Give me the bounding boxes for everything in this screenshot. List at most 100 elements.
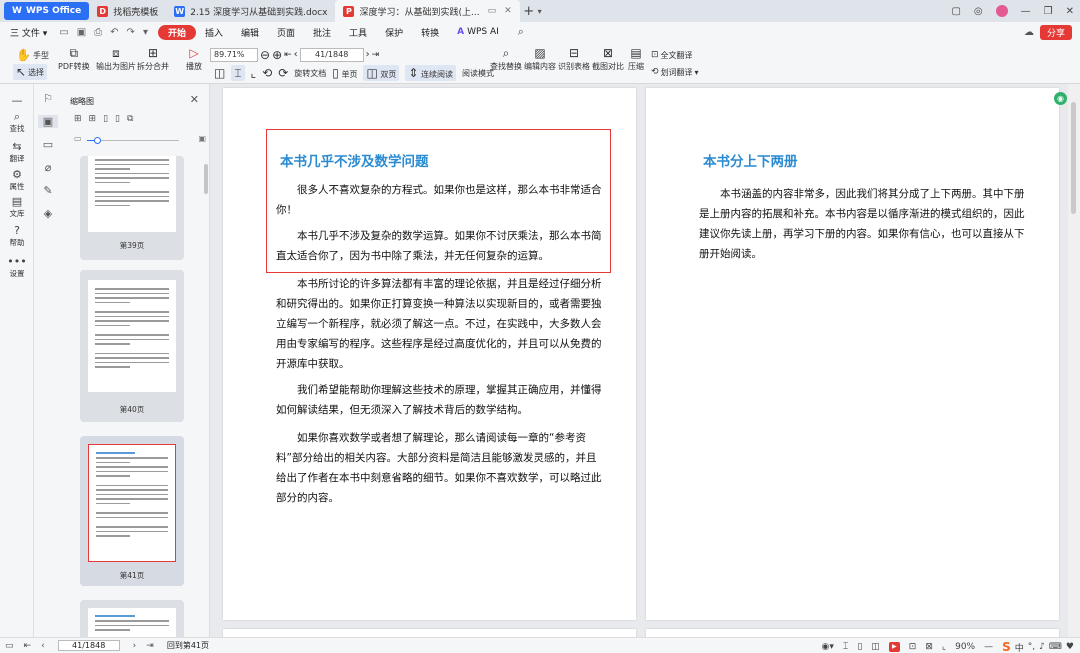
export-image-button[interactable]: ⧈ 输出为图片 bbox=[96, 46, 136, 72]
pdf-convert-button[interactable]: ⧉ PDF转换 bbox=[58, 46, 90, 72]
fit-page-icon[interactable]: ⊡ bbox=[909, 642, 917, 652]
rail-collapse[interactable]: — bbox=[0, 94, 34, 107]
wps-home-tab[interactable]: W WPS Office bbox=[4, 2, 90, 20]
single-view-icon[interactable]: ▯ bbox=[857, 642, 862, 652]
tab-page[interactable]: 页面 bbox=[268, 26, 304, 39]
save-icon[interactable]: ▣ bbox=[77, 27, 86, 38]
add-page-icon[interactable]: ⊞ bbox=[89, 114, 97, 124]
zoom-in-icon[interactable]: ⊕ bbox=[272, 48, 282, 62]
minimize-icon[interactable]: — bbox=[1021, 6, 1031, 17]
document-viewport[interactable]: 本书几乎不涉及数学问题 很多人不喜欢复杂的方程式。如果你也是这样，那么本书非常适… bbox=[211, 84, 1068, 637]
search-icon[interactable]: ⌕ bbox=[518, 25, 524, 39]
new-tab-button[interactable]: + bbox=[520, 4, 538, 19]
last-page-icon[interactable]: ⇥ bbox=[146, 641, 154, 651]
close-panel-icon[interactable]: ✕ bbox=[190, 93, 199, 106]
edit-content-button[interactable]: ▨ 编辑内容 bbox=[524, 46, 556, 72]
tab-comment[interactable]: 批注 bbox=[304, 26, 340, 39]
thumb-size-slider[interactable]: ▭ ▣ bbox=[74, 134, 206, 146]
tab-template[interactable]: D 找稻壳模板 bbox=[89, 0, 166, 22]
full-translate-button[interactable]: ⊡ 全文翻译 bbox=[651, 48, 693, 62]
undo-icon[interactable]: ↶ bbox=[110, 27, 118, 38]
tab-tools[interactable]: 工具 bbox=[340, 26, 376, 39]
screen-icon[interactable]: ▭ bbox=[488, 6, 497, 16]
fit-width-icon[interactable]: ⌶ bbox=[843, 642, 848, 652]
rail-library[interactable]: ▤ 文库 bbox=[0, 195, 34, 219]
tab-docx[interactable]: W 2.15 深度学习从基础到实践.docx bbox=[166, 0, 335, 22]
status-page-input[interactable]: 41/1848 bbox=[57, 640, 120, 651]
layout-icon[interactable]: ▢ bbox=[951, 6, 960, 17]
crop-icon[interactable]: ⌞ bbox=[251, 66, 257, 80]
comment-icon[interactable]: ▭ bbox=[38, 138, 58, 151]
grid-view-icon[interactable]: ⊞ bbox=[74, 114, 82, 124]
file-menu[interactable]: 三 文件 ▾ bbox=[10, 26, 47, 39]
recognize-table-button[interactable]: ⊟ 识别表格 bbox=[558, 46, 590, 72]
single-page-button[interactable]: ▯ 单页 bbox=[332, 66, 357, 80]
layers-icon[interactable]: ◈ bbox=[38, 207, 58, 220]
tab-insert[interactable]: 插入 bbox=[196, 26, 232, 39]
tab-start[interactable]: 开始 bbox=[157, 24, 196, 40]
panel-toggle-icon[interactable]: ▭ bbox=[5, 641, 14, 651]
insert-page-icon[interactable]: ▯ bbox=[103, 114, 108, 124]
rail-translate[interactable]: ⇆ 翻译 bbox=[0, 140, 34, 164]
panel-scrollbar[interactable] bbox=[204, 164, 208, 194]
tab-protect[interactable]: 保护 bbox=[376, 26, 412, 39]
thumb-page-42[interactable] bbox=[80, 600, 184, 640]
slider-knob[interactable] bbox=[94, 137, 101, 144]
actual-size-icon[interactable]: ⊠ bbox=[925, 642, 933, 652]
double-page-button[interactable]: ◫ 双页 bbox=[363, 65, 400, 81]
zoom-input[interactable]: 89.71% bbox=[210, 48, 258, 62]
scroll-thumb[interactable] bbox=[1071, 102, 1076, 214]
select-tool-button[interactable]: ↖ 选择 bbox=[13, 64, 48, 80]
thumb-page-41[interactable]: 第41页 bbox=[80, 436, 184, 586]
more-chevron-icon[interactable]: ▾ bbox=[143, 27, 148, 38]
next-page-icon[interactable]: › bbox=[133, 641, 137, 651]
rail-find[interactable]: ⌕ 查找 bbox=[0, 110, 34, 134]
document-scrollbar[interactable] bbox=[1068, 84, 1080, 637]
compress-button[interactable]: ▤ 压缩 bbox=[628, 46, 644, 72]
page-input[interactable]: 41/1848 bbox=[299, 48, 364, 62]
close-window-icon[interactable]: ✕ bbox=[1066, 6, 1074, 17]
print-icon[interactable]: ⎙ bbox=[94, 27, 102, 38]
thumb-page-39[interactable]: 第39页 bbox=[80, 156, 184, 260]
cloud-icon[interactable]: ☁ bbox=[1024, 27, 1034, 38]
rotate-left-icon[interactable]: ⟲ bbox=[262, 66, 272, 80]
zoom-out-icon[interactable]: ⊖ bbox=[260, 48, 270, 62]
thumbnail-icon[interactable]: ▣ bbox=[38, 115, 58, 128]
find-replace-button[interactable]: ⌕ 查找替换 bbox=[490, 46, 522, 72]
back-to-page-link[interactable]: 回到第41页 bbox=[167, 640, 209, 651]
play-button[interactable]: ▷ 播放 bbox=[186, 46, 202, 72]
first-page-icon[interactable]: ⇤ bbox=[24, 641, 32, 651]
redo-icon[interactable]: ↷ bbox=[127, 27, 135, 38]
eye-protect-icon[interactable]: ◉▾ bbox=[822, 642, 834, 652]
skin-icon[interactable]: ◎ bbox=[974, 6, 983, 17]
compare-shot-button[interactable]: ⊠ 截图对比 bbox=[592, 46, 624, 72]
prev-page-icon[interactable]: ‹ bbox=[41, 641, 45, 651]
double-view-icon[interactable]: ◫ bbox=[871, 642, 880, 652]
tab-pdf[interactable]: P 深度学习：从基础到实践(上... ▭ ✕ bbox=[335, 0, 520, 22]
copy-page-icon[interactable]: ⧉ bbox=[127, 114, 133, 124]
assistant-icon[interactable]: ◉ bbox=[1054, 92, 1067, 105]
rotate-doc-button[interactable]: 旋转文档 bbox=[294, 68, 326, 79]
play-icon[interactable]: ▶ bbox=[888, 642, 900, 652]
zoom-out-icon[interactable]: — bbox=[984, 642, 993, 652]
word-translate-button[interactable]: ⟲ 划词翻译 ▾ bbox=[651, 65, 699, 79]
share-button[interactable]: 分享 bbox=[1039, 25, 1072, 40]
fit-width-icon[interactable]: ⌶ bbox=[231, 65, 245, 81]
zoom-level[interactable]: 90% bbox=[955, 642, 975, 652]
open-icon[interactable]: ▭ bbox=[59, 27, 68, 38]
close-tab-icon[interactable]: ✕ bbox=[504, 6, 512, 16]
signature-icon[interactable]: ✎ bbox=[38, 184, 58, 197]
split-merge-button[interactable]: ⊞ 拆分合并 bbox=[137, 46, 169, 72]
rail-help[interactable]: ? 帮助 bbox=[0, 224, 34, 248]
rail-settings[interactable]: ••• 设置 bbox=[0, 255, 34, 279]
thumb-page-40[interactable]: 第40页 bbox=[80, 270, 184, 422]
rail-properties[interactable]: ⚙ 属性 bbox=[0, 168, 34, 192]
crop-icon[interactable]: ⌞ bbox=[942, 642, 946, 652]
tab-list-chevron-icon[interactable]: ▾ bbox=[538, 7, 542, 16]
rotate-right-icon[interactable]: ⟳ bbox=[278, 66, 288, 80]
hand-tool-button[interactable]: ✋ 手型 bbox=[16, 48, 49, 62]
continuous-read-button[interactable]: ⇕ 连续阅读 bbox=[405, 65, 456, 81]
avatar[interactable] bbox=[995, 5, 1008, 17]
ime-toolbar[interactable]: S 中 °, ♪ ⌨ ♥ bbox=[1002, 640, 1074, 653]
prev-page-icon[interactable]: ‹ bbox=[294, 48, 298, 62]
